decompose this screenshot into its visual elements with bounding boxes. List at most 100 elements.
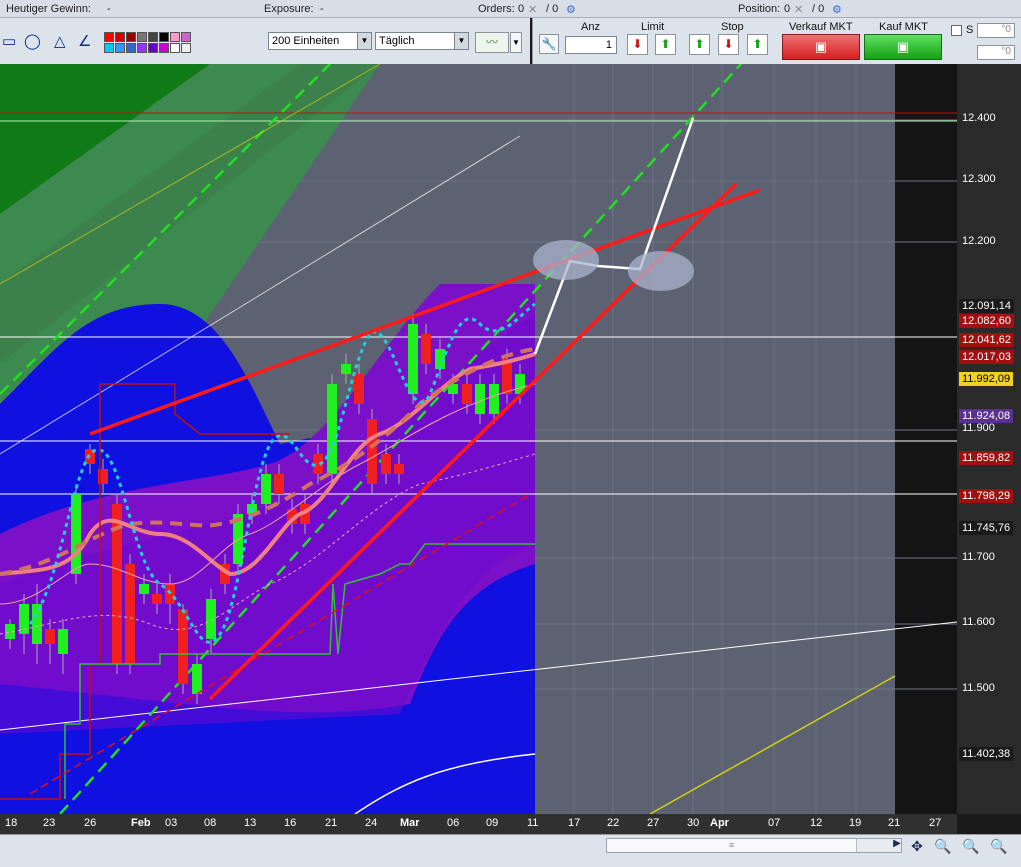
color-swatch[interactable] — [115, 43, 125, 53]
stop-limit-icon: ⬆ — [752, 37, 763, 51]
color-swatch[interactable] — [104, 32, 114, 42]
color-swatch[interactable] — [181, 43, 191, 53]
orders-sep: / 0 — [546, 3, 559, 15]
price-tick: 11.600 — [962, 616, 995, 628]
date-label: 27 — [647, 817, 660, 829]
date-label: 06 — [447, 817, 460, 829]
indicator-button[interactable]: 〰 — [475, 32, 509, 53]
color-swatch[interactable] — [181, 32, 191, 42]
s-field[interactable]: °0 — [977, 23, 1015, 38]
units-select-value: 200 Einheiten — [272, 35, 340, 47]
sell-market-button[interactable]: ▣ — [782, 34, 860, 60]
candle-body — [206, 599, 216, 639]
chevron-down-icon: ▼ — [357, 33, 371, 49]
color-swatch[interactable] — [126, 32, 136, 42]
date-label: 21 — [325, 817, 338, 829]
period-select[interactable]: Täglich ▼ — [375, 32, 469, 50]
sell-label-heading: Verkauf MKT — [789, 21, 853, 33]
candle-body — [341, 364, 351, 374]
color-swatch[interactable] — [159, 43, 169, 53]
chart-indicator-icon: 〰 — [485, 35, 498, 49]
price-chart[interactable] — [0, 64, 957, 814]
s-checkbox[interactable] — [951, 25, 962, 36]
limit-buy-button[interactable]: ⬆ — [655, 34, 676, 55]
far-future-area — [895, 64, 957, 814]
time-scrollbar[interactable]: ≡ — [606, 838, 902, 853]
candle-body — [274, 474, 284, 494]
color-swatch[interactable] — [137, 43, 147, 53]
date-label: 08 — [204, 817, 217, 829]
color-swatch[interactable] — [126, 43, 136, 53]
color-swatch[interactable] — [159, 32, 169, 42]
status-bar: Heutiger Gewinn: - Exposure: - Orders: 0… — [0, 0, 1021, 18]
date-label: 09 — [486, 817, 499, 829]
wrench-button[interactable]: 🔧 — [539, 34, 559, 54]
candle-body — [58, 629, 68, 654]
color-swatch[interactable] — [137, 32, 147, 42]
zoom-in-icon[interactable]: 🔍 — [988, 838, 1010, 856]
shape-tool-icon[interactable]: ∠ — [78, 32, 91, 50]
t-field[interactable]: °0 — [977, 45, 1015, 60]
color-swatch[interactable] — [170, 32, 180, 42]
color-swatch[interactable] — [170, 43, 180, 53]
orders-gear-icon[interactable]: ⚙ — [566, 3, 576, 16]
limit-label: Limit — [641, 21, 665, 33]
orders-label: Orders: — [478, 3, 515, 15]
candle-body — [71, 494, 81, 574]
price-tag: 12.017,03 — [959, 350, 1014, 364]
date-label: 03 — [165, 817, 178, 829]
chart-canvas — [0, 64, 957, 814]
color-swatch[interactable] — [148, 32, 158, 42]
candle-body — [45, 629, 55, 644]
candle-body — [192, 664, 202, 694]
date-label: 22 — [607, 817, 620, 829]
qty-label: Anz — [581, 21, 600, 33]
price-tag: 11.992,09 — [959, 372, 1014, 386]
candle-body — [152, 594, 162, 604]
position-value: 0 — [784, 3, 791, 15]
scroll-right-icon[interactable]: ▶ — [886, 838, 908, 856]
scrollbar-thumb[interactable]: ≡ — [607, 839, 857, 852]
position-label: Position: — [738, 3, 781, 15]
candle-body — [327, 384, 337, 474]
color-swatch[interactable] — [148, 43, 158, 53]
indicator-dropdown[interactable]: ▼ — [510, 32, 522, 53]
triangle-tool-icon[interactable]: △ — [54, 32, 66, 50]
candle-body — [261, 474, 271, 504]
qty-input[interactable]: 1 — [565, 36, 617, 54]
zoom-out-icon[interactable]: 🔍 — [960, 838, 982, 856]
units-select[interactable]: 200 Einheiten ▼ — [268, 32, 372, 50]
date-label: 17 — [568, 817, 581, 829]
candle-body — [394, 464, 404, 474]
zoom-in-area-icon[interactable]: 🔍 — [932, 838, 954, 856]
stop-sell-button[interactable]: ⬇ — [718, 34, 739, 55]
s-label: S — [966, 24, 974, 36]
ellipse-tool-icon[interactable]: ◯ — [24, 32, 41, 50]
wrench-icon: 🔧 — [541, 37, 557, 51]
stop-buy-button[interactable]: ⬆ — [689, 34, 710, 55]
candle-body — [462, 384, 472, 404]
rectangle-tool-icon[interactable]: ▭ — [2, 32, 16, 50]
profit-value: - — [107, 3, 111, 15]
position-close-icon[interactable]: ✕ — [794, 3, 803, 16]
date-label: 26 — [84, 817, 97, 829]
candle-body — [367, 419, 377, 484]
auto-scale-icon[interactable]: ✥ — [906, 838, 928, 856]
color-swatch[interactable] — [104, 43, 114, 53]
stop-sell-icon: ⬇ — [723, 37, 734, 51]
price-tag: 11.859,82 — [959, 451, 1014, 465]
price-tag: 11.402,38 — [959, 747, 1014, 761]
position-sep: / 0 — [812, 3, 825, 15]
buy-market-button[interactable]: ▣ — [864, 34, 942, 60]
price-tag: 11.745,76 — [959, 521, 1014, 535]
candle-body — [178, 609, 188, 684]
chevron-down-icon: ▼ — [512, 38, 520, 47]
sell-order-icon: ▣ — [814, 39, 828, 54]
price-tick: 11.500 — [962, 682, 995, 694]
price-tick: 11.700 — [962, 551, 995, 563]
color-swatch[interactable] — [115, 32, 125, 42]
limit-sell-button[interactable]: ⬇ — [627, 34, 648, 55]
position-gear-icon[interactable]: ⚙ — [832, 3, 842, 16]
stop-limit-button[interactable]: ⬆ — [747, 34, 768, 55]
orders-close-icon[interactable]: ✕ — [528, 3, 537, 16]
